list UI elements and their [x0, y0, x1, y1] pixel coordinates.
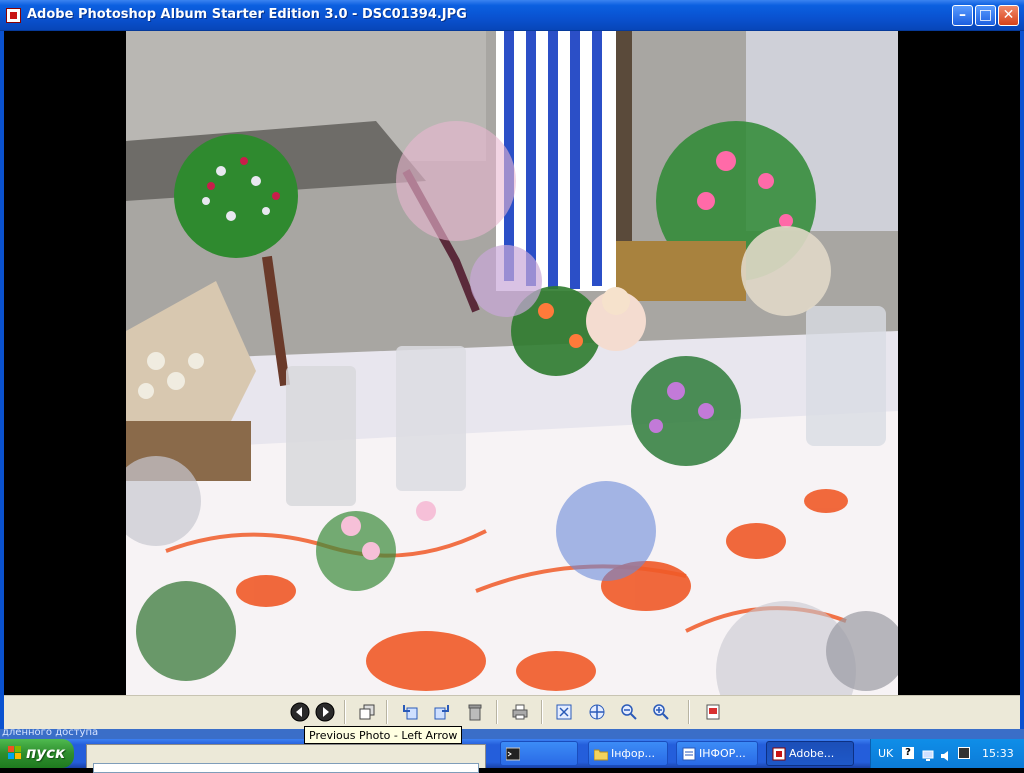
toolbar-separator [688, 700, 690, 724]
slideshow-button[interactable] [356, 701, 378, 723]
taskbar-item-terminal[interactable] [500, 741, 578, 766]
photo [126, 31, 898, 695]
zoom-in-button[interactable] [650, 701, 672, 723]
background-window-text: дленного доступа [2, 727, 99, 738]
maximize-button[interactable]: □ [975, 5, 996, 26]
photoshop-album-icon [772, 747, 786, 761]
close-button[interactable]: ✕ [998, 5, 1019, 26]
photo-image [126, 31, 898, 695]
language-indicator[interactable]: UK [878, 746, 893, 761]
left-arrow-circle-icon [290, 702, 310, 722]
fit-window-button[interactable] [553, 701, 575, 723]
taskbar-item-label: Інфор... [611, 747, 656, 760]
toolbar-separator [344, 700, 346, 724]
rotate-right-icon [434, 705, 449, 720]
window-frame-right [1020, 0, 1024, 768]
document-icon [682, 747, 696, 761]
print-button[interactable] [509, 701, 531, 723]
right-arrow-circle-icon [315, 702, 335, 722]
fit-window-icon [556, 704, 572, 720]
background-window [0, 729, 1024, 739]
folder-icon [594, 749, 608, 761]
edit-icon [706, 704, 720, 720]
trash-icon [468, 704, 482, 721]
toolbar-separator [541, 700, 543, 724]
taskbar-item-document[interactable]: ІНФОР... [676, 741, 758, 766]
app-icon[interactable] [6, 8, 21, 23]
taskbar-item-folder[interactable]: Інфор... [588, 741, 668, 766]
photo-toolbar [4, 695, 1020, 729]
clock: 15:33 [982, 747, 1014, 760]
help-icon[interactable]: ? [902, 747, 914, 759]
zoom-out-icon [621, 704, 637, 720]
taskbar-item-label: ІНФОР... [699, 747, 746, 760]
rotate-left-icon [403, 705, 418, 720]
terminal-icon [506, 747, 520, 761]
previous-photo-button[interactable] [289, 701, 311, 723]
zoom-out-button[interactable] [618, 701, 640, 723]
title-bar[interactable]: Adobe Photoshop Album Starter Edition 3.… [0, 0, 1024, 31]
rotate-right-button[interactable] [431, 701, 453, 723]
next-photo-button[interactable] [314, 701, 336, 723]
actual-size-icon [589, 704, 605, 720]
minimize-button[interactable]: – [952, 5, 973, 26]
tooltip: Previous Photo - Left Arrow [304, 726, 463, 744]
delete-button[interactable] [464, 701, 486, 723]
zoom-in-icon [653, 704, 669, 720]
tray-app-icon[interactable] [958, 747, 970, 759]
background-dialog [86, 744, 486, 773]
window-title: Adobe Photoshop Album Starter Edition 3.… [27, 7, 467, 22]
toolbar-separator [386, 700, 388, 724]
windows-logo-icon [8, 746, 22, 760]
taskbar-item-label: Adobe... [789, 747, 835, 760]
volume-icon[interactable] [940, 747, 952, 761]
taskbar-item-photoshop-album[interactable]: Adobe... [766, 741, 854, 766]
photo-viewer[interactable] [4, 31, 1020, 695]
fix-button[interactable] [702, 701, 724, 723]
actual-size-button[interactable] [586, 701, 608, 723]
rotate-left-button[interactable] [399, 701, 421, 723]
printer-icon [512, 704, 528, 720]
toolbar-separator [496, 700, 498, 724]
stack-icon [359, 704, 375, 720]
network-icon[interactable] [922, 747, 934, 761]
